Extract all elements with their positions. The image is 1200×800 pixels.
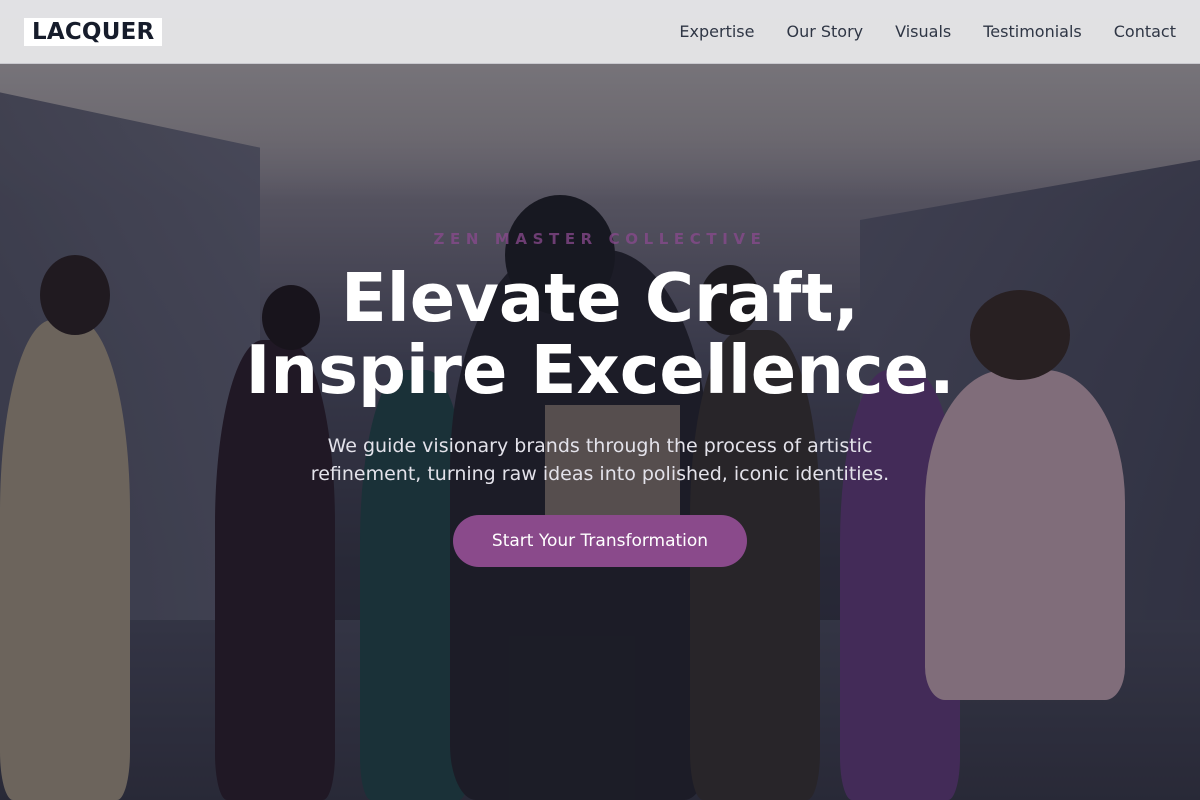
top-navbar: LACQUER Expertise Our Story Visuals Test… — [0, 0, 1200, 64]
brand-logo[interactable]: LACQUER — [24, 17, 163, 46]
hero-headline: Elevate Craft, Inspire Excellence. — [0, 262, 1200, 406]
start-transformation-button[interactable]: Start Your Transformation — [452, 515, 748, 567]
nav-link-visuals[interactable]: Visuals — [895, 22, 951, 41]
headline-line-1: Elevate Craft, — [341, 259, 859, 337]
hero-subtext: We guide visionary brands through the pr… — [310, 435, 890, 485]
nav-link-expertise[interactable]: Expertise — [679, 22, 754, 41]
nav-link-testimonials[interactable]: Testimonials — [983, 22, 1082, 41]
nav-link-contact[interactable]: Contact — [1114, 22, 1176, 41]
hero-eyebrow: ZEN MASTER COLLECTIVE — [433, 230, 767, 248]
nav-link-our-story[interactable]: Our Story — [786, 22, 863, 41]
hero-content: ZEN MASTER COLLECTIVE Elevate Craft, Ins… — [0, 230, 1200, 567]
nav-links: Expertise Our Story Visuals Testimonials… — [647, 22, 1176, 41]
headline-line-2: Inspire Excellence. — [245, 331, 955, 409]
